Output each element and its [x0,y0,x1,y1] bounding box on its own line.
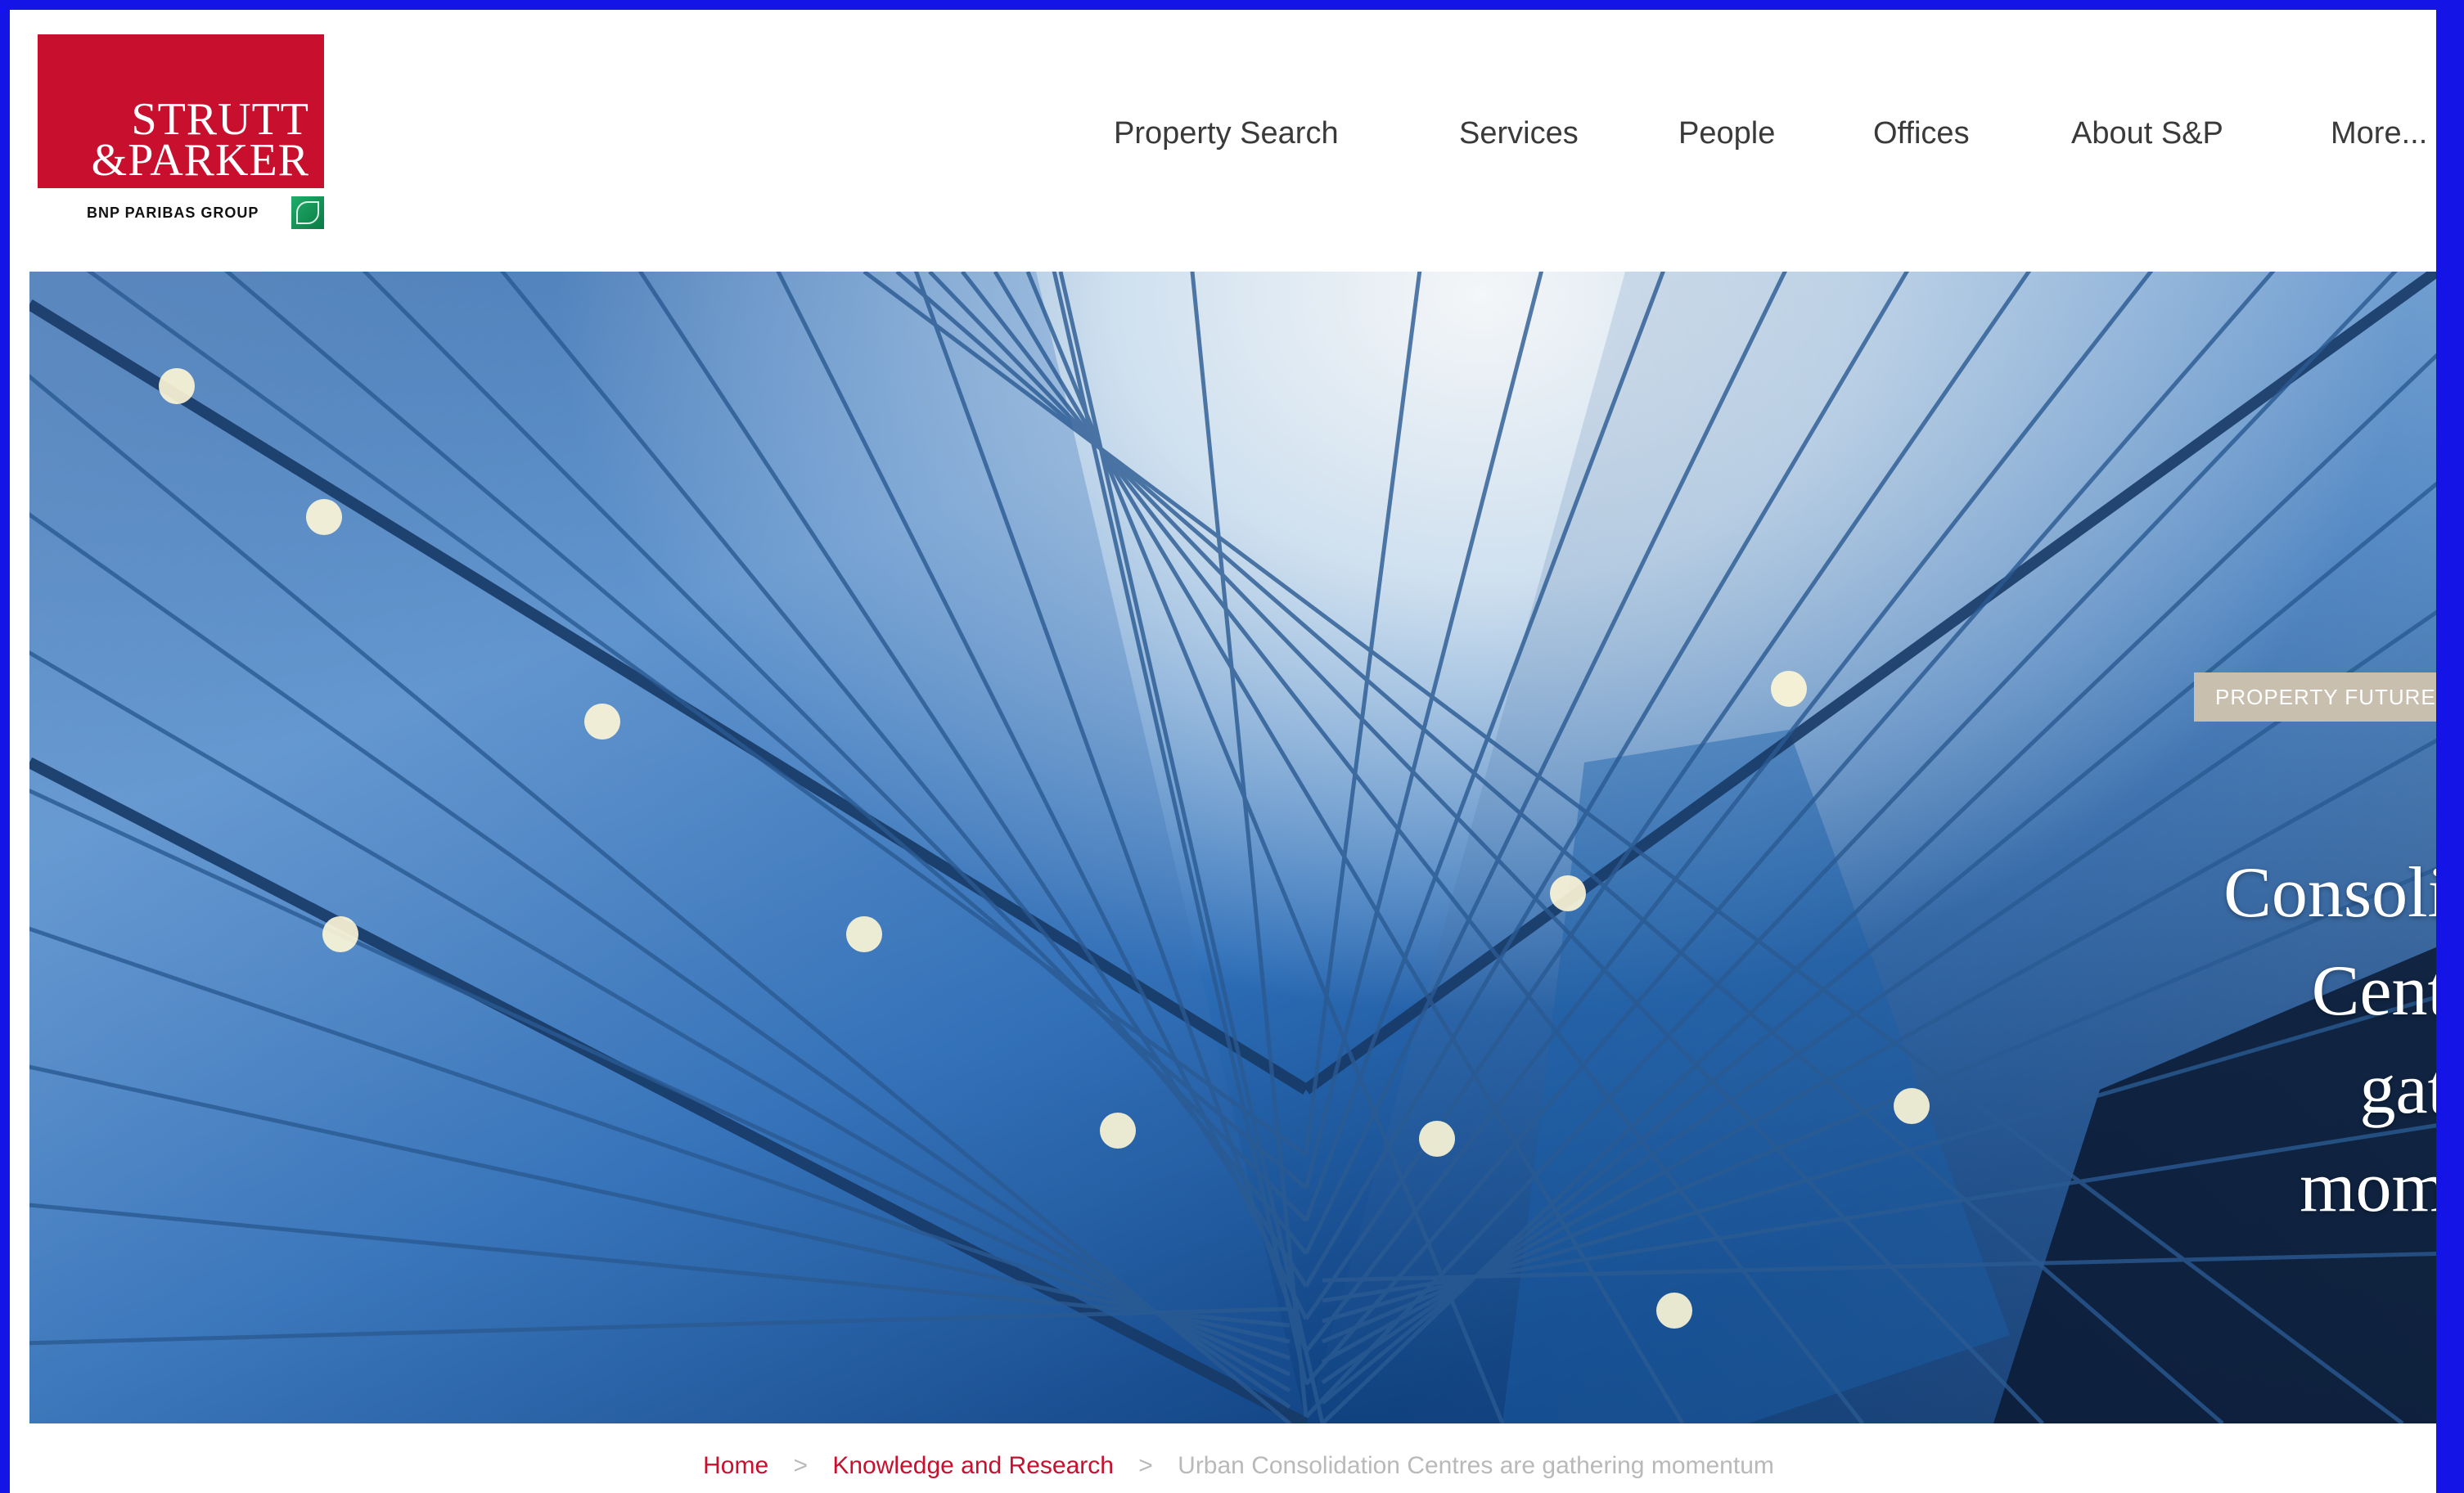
site-header: STRUTT &PARKER BNP PARIBAS GROUP Propert… [29,10,2448,272]
ceiling-light [306,499,342,535]
article-headline: Consoli Cent gat mom [2116,844,2448,1237]
nav-about[interactable]: About S&P [2071,116,2223,151]
headline-line-2: Cent [2311,951,2448,1031]
breadcrumb-separator: > [793,1452,809,1479]
ceiling-light [1419,1121,1455,1157]
hero-image-glass-facade [29,272,2448,1423]
breadcrumb-current-page: Urban Consolidation Centres are gatherin… [1178,1452,1774,1479]
ceiling-light [1656,1293,1692,1329]
hero-banner: PROPERTY FUTURE Consoli Cent gat mom [29,272,2448,1423]
ceiling-light [846,916,882,952]
browser-frame: STRUTT &PARKER BNP PARIBAS GROUP Propert… [0,0,2464,1493]
ceiling-light [584,704,620,740]
ceiling-light [159,368,195,404]
category-tag[interactable]: PROPERTY FUTURE [2194,672,2448,722]
main-navigation: Property Search Services People Offices … [29,116,2448,165]
breadcrumb-knowledge-research[interactable]: Knowledge and Research [832,1452,1114,1479]
nav-more[interactable]: More... [2331,116,2427,151]
headline-line-1: Consoli [2223,853,2448,933]
headline-line-4: mom [2300,1148,2448,1227]
ceiling-light [1894,1088,1930,1124]
breadcrumb-home[interactable]: Home [703,1452,768,1479]
nav-people[interactable]: People [1678,116,1775,151]
nav-property-search[interactable]: Property Search [1114,116,1339,151]
ceiling-light [322,916,358,952]
ceiling-light [1771,671,1807,707]
ceiling-light [1100,1113,1136,1149]
ceiling-light [1550,875,1586,911]
logo-subtitle: BNP PARIBAS GROUP [87,205,259,221]
headline-line-3: gat [2359,1050,2448,1129]
breadcrumb: Home > Knowledge and Research > Urban Co… [29,1423,2448,1493]
bnp-paribas-icon [291,196,324,229]
nav-services[interactable]: Services [1459,116,1579,151]
nav-offices[interactable]: Offices [1873,116,1970,151]
breadcrumb-separator: > [1138,1452,1153,1479]
